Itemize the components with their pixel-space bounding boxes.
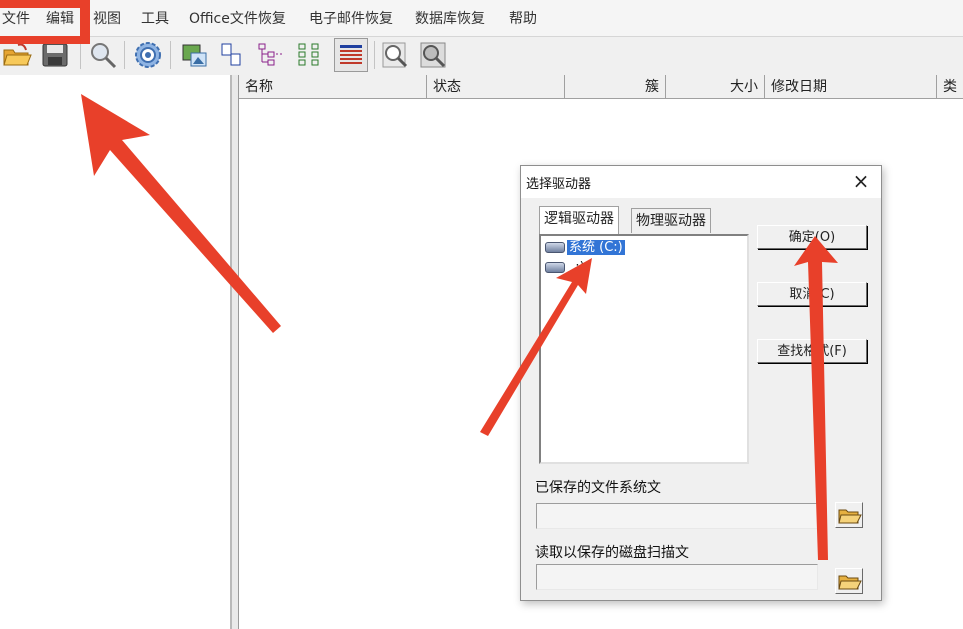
- menu-tools[interactable]: 工具: [141, 8, 169, 28]
- open-folder-icon: [838, 575, 862, 590]
- find-format-button[interactable]: 查找格式(F): [757, 339, 867, 363]
- drive-list[interactable]: 系统 (C:) :): [539, 234, 749, 464]
- dialog-titlebar[interactable]: 选择驱动器 ×: [521, 166, 881, 198]
- drive-label: :): [567, 260, 585, 275]
- drive-label: 系统 (C:): [567, 240, 625, 255]
- cancel-button[interactable]: 取消(C): [757, 282, 867, 306]
- read-scan-label: 读取以保存的磁盘扫描文: [535, 545, 689, 561]
- folder-tree-pane[interactable]: [0, 75, 232, 629]
- ok-button[interactable]: 确定(O): [757, 225, 867, 249]
- open-folder-icon: [838, 509, 862, 524]
- search-icon[interactable]: [88, 40, 118, 70]
- details-view-icon[interactable]: [334, 38, 368, 72]
- save-icon[interactable]: [40, 40, 70, 70]
- toolbar: [0, 36, 963, 76]
- tree-view-icon[interactable]: [256, 40, 286, 70]
- file-view-icon[interactable]: [217, 40, 247, 70]
- settings-gear-icon[interactable]: [133, 40, 163, 70]
- menu-view[interactable]: 视图: [93, 8, 121, 28]
- select-drive-dialog: 选择驱动器 × 逻辑驱动器 物理驱动器 系统 (C:) :) 确定(O) 取消(…: [520, 165, 882, 601]
- column-header-size[interactable]: 大小: [666, 75, 765, 99]
- column-header-type[interactable]: 类: [937, 75, 963, 99]
- column-header-modified[interactable]: 修改日期: [765, 75, 937, 99]
- column-header-cluster[interactable]: 簇: [565, 75, 666, 99]
- saved-filesystem-field[interactable]: [536, 503, 818, 529]
- hard-drive-icon: [545, 242, 565, 253]
- zoom-preview-icon[interactable]: [380, 40, 410, 70]
- list-view-icon[interactable]: [296, 40, 326, 70]
- menu-database-recovery[interactable]: 数据库恢复: [415, 8, 485, 28]
- menu-office-recovery[interactable]: Office文件恢复: [189, 8, 286, 28]
- menu-email-recovery[interactable]: 电子邮件恢复: [309, 8, 393, 28]
- hard-drive-icon: [545, 262, 565, 273]
- open-folder-icon[interactable]: [2, 40, 32, 70]
- drive-item-c[interactable]: 系统 (C:): [545, 239, 625, 257]
- dialog-title: 选择驱动器: [526, 177, 592, 192]
- close-icon[interactable]: ×: [849, 169, 873, 193]
- read-scan-field[interactable]: [536, 564, 818, 590]
- tab-physical-drives[interactable]: 物理驱动器: [631, 208, 711, 233]
- menu-edit[interactable]: 编辑: [46, 8, 74, 28]
- browse-scan-button[interactable]: [835, 568, 863, 594]
- column-header-status[interactable]: 状态: [427, 75, 565, 99]
- column-header-name[interactable]: 名称: [239, 75, 427, 99]
- menu-bar: 文件 编辑 视图 工具 Office文件恢复 电子邮件恢复 数据库恢复 帮助: [0, 0, 963, 36]
- saved-filesystem-label: 已保存的文件系统文: [535, 480, 661, 496]
- preview-icon[interactable]: [418, 40, 448, 70]
- browse-folder-button[interactable]: [835, 502, 863, 528]
- drive-item-2[interactable]: :): [545, 259, 585, 277]
- image-view-icon[interactable]: [180, 40, 210, 70]
- tab-logical-drives[interactable]: 逻辑驱动器: [539, 206, 619, 234]
- menu-file[interactable]: 文件: [2, 8, 30, 28]
- menu-help[interactable]: 帮助: [509, 8, 537, 28]
